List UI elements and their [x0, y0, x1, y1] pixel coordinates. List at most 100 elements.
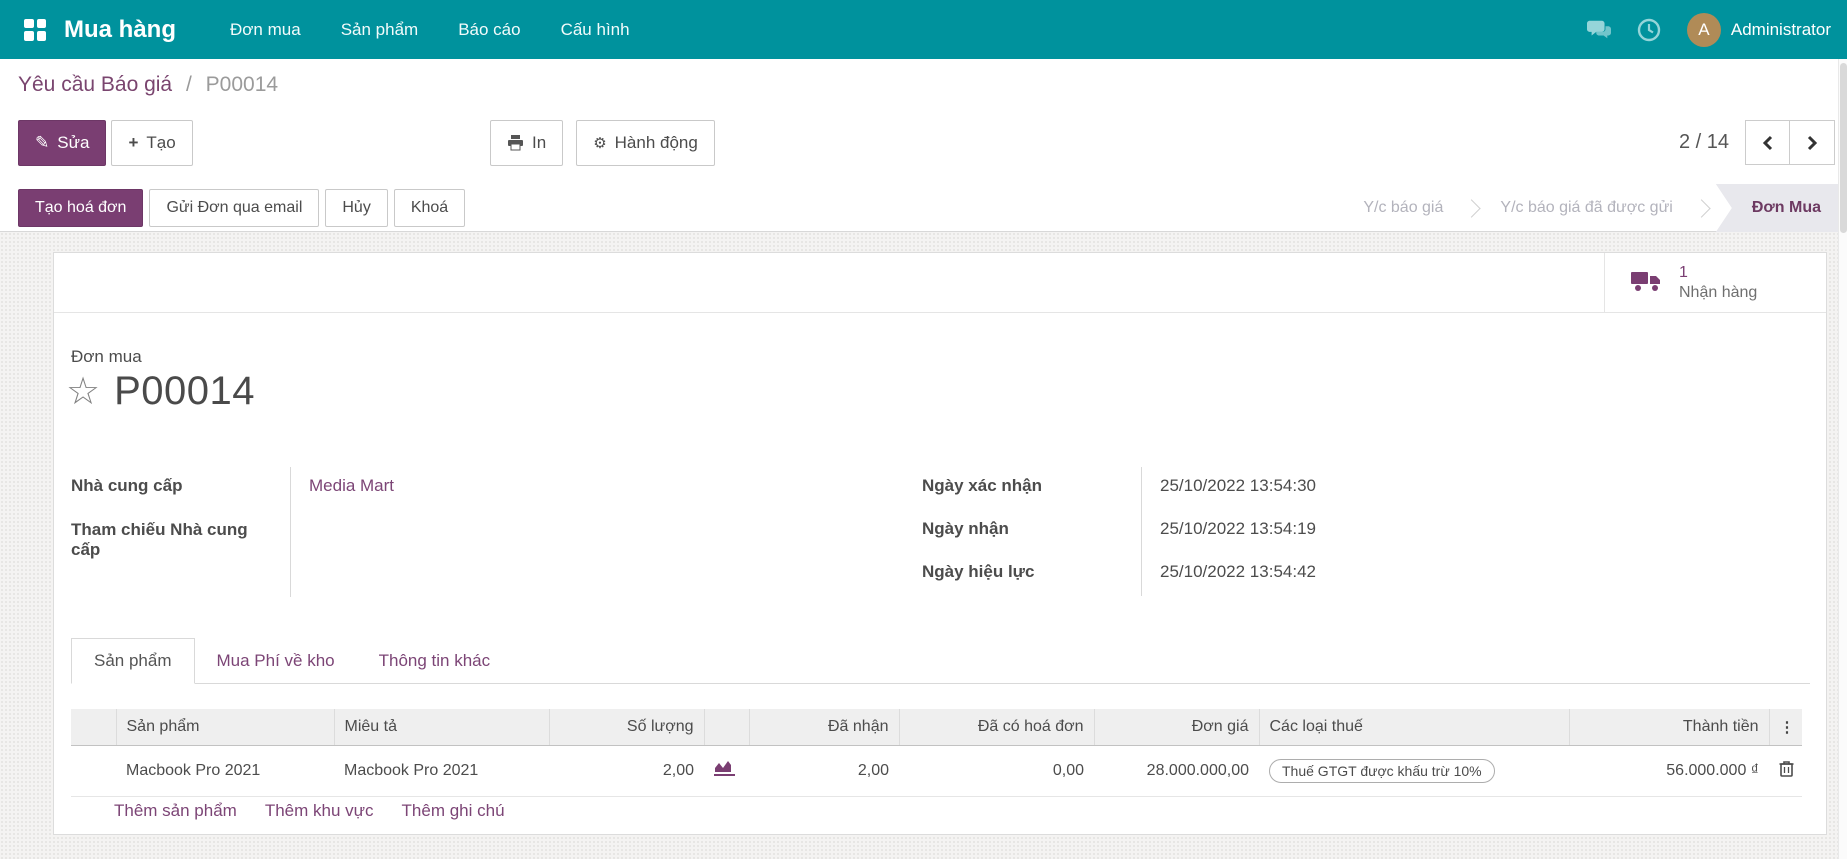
app-name[interactable]: Mua hàng: [64, 16, 176, 44]
add-product-link[interactable]: Thêm sản phẩm: [114, 801, 237, 821]
gear-icon: ⚙: [593, 135, 607, 152]
chevron-right-icon: [1692, 198, 1711, 218]
pager-next-button[interactable]: [1790, 120, 1835, 165]
tab-other-info[interactable]: Thông tin khác: [357, 639, 513, 683]
pager-previous-button[interactable]: [1745, 120, 1790, 165]
receipts-label: Nhận hàng: [1679, 284, 1758, 301]
messages-icon[interactable]: [1586, 18, 1611, 42]
nav-menu-don-mua[interactable]: Đơn mua: [210, 0, 321, 59]
field-row-effective-date: Ngày hiệu lực 25/10/2022 13:54:42: [922, 553, 1542, 596]
delete-row-cell: [1769, 745, 1802, 797]
col-header-description[interactable]: Miêu tả: [333, 709, 549, 746]
record-pager: 2 / 14: [1679, 120, 1835, 165]
create-bill-button[interactable]: Tạo hoá đơn: [18, 189, 144, 227]
vendor-field-label: Nhà cung cấp: [71, 467, 291, 511]
row-subtotal: 56.000.000 ₫: [1569, 745, 1769, 797]
row-unit-price[interactable]: 28.000.000,00: [1094, 745, 1259, 797]
vendor-field-value[interactable]: Media Mart: [291, 467, 394, 511]
form-header-block: Yêu cầu Báo giá / P00014 ✎ Sửa + Tạo In: [0, 59, 1847, 232]
pager-count: 2 / 14: [1678, 131, 1729, 153]
optional-columns-icon[interactable]: ⋮: [1768, 709, 1802, 746]
vertical-scrollbar[interactable]: [1838, 59, 1847, 859]
col-header-subtotal[interactable]: Thành tiền: [1568, 709, 1769, 746]
activities-clock-icon[interactable]: [1637, 18, 1661, 42]
handle-column-header: [71, 709, 116, 746]
status-step-purchase-order[interactable]: Đơn Mua: [1715, 184, 1847, 232]
table-row[interactable]: Macbook Pro 2021 Macbook Pro 2021 2,00 2…: [71, 745, 1802, 797]
create-button-label: Tạo: [146, 133, 176, 152]
favorite-star-icon[interactable]: ☆: [66, 373, 100, 411]
plus-icon: +: [128, 133, 139, 152]
row-description[interactable]: Macbook Pro 2021: [334, 745, 549, 797]
top-navbar: Mua hàng Đơn mua Sản phẩm Báo cáo Cấu hì…: [0, 0, 1847, 59]
vendor-reference-field-value[interactable]: [291, 511, 309, 597]
statusbar: Tạo hoá đơn Gửi Đơn qua email Hủy Khoá Y…: [0, 184, 1847, 232]
field-row-vendor-reference: Tham chiếu Nhà cung cấp: [71, 511, 861, 597]
apps-menu-icon[interactable]: [24, 18, 46, 41]
printer-icon: [507, 135, 524, 151]
order-lines-table: Sản phẩm Miêu tả Số lượng Đã nhận Đã có …: [71, 709, 1802, 797]
col-header-taxes[interactable]: Các loại thuế: [1258, 709, 1569, 746]
scrollbar-thumb[interactable]: [1840, 63, 1847, 233]
status-step-rfq-sent[interactable]: Y/c báo giá đã được gửi: [1480, 199, 1692, 217]
col-header-unit-price[interactable]: Đơn giá: [1093, 709, 1259, 746]
confirmation-date-label: Ngày xác nhận: [922, 467, 1142, 510]
send-by-email-button[interactable]: Gửi Đơn qua email: [149, 189, 320, 227]
cancel-button[interactable]: Hủy: [325, 189, 388, 227]
vendor-reference-field-label: Tham chiếu Nhà cung cấp: [71, 511, 291, 597]
breadcrumb-parent-link[interactable]: Yêu cầu Báo giá: [18, 73, 172, 96]
tax-badge[interactable]: Thuế GTGT được khấu trừ 10%: [1269, 758, 1495, 783]
receipts-count: 1: [1679, 264, 1688, 281]
row-qty[interactable]: 2,00: [549, 745, 704, 797]
col-header-received[interactable]: Đã nhận: [748, 709, 899, 746]
receipt-date-value[interactable]: 25/10/2022 13:54:19: [1142, 510, 1316, 553]
action-button[interactable]: ⚙ Hành động: [576, 120, 715, 166]
tab-landed-costs[interactable]: Mua Phí về kho: [195, 639, 357, 683]
col-header-product[interactable]: Sản phẩm: [115, 709, 334, 746]
col-header-qty[interactable]: Số lượng: [548, 709, 704, 746]
edit-button[interactable]: ✎ Sửa: [18, 120, 107, 166]
status-steps: Y/c báo giá Y/c báo giá đã được gửi Đơn …: [1343, 184, 1847, 232]
effective-date-label: Ngày hiệu lực: [922, 553, 1142, 596]
user-menu[interactable]: A Administrator: [1686, 12, 1831, 47]
notebook-tabs: Sản phẩm Mua Phí về kho Thông tin khác: [71, 635, 1810, 684]
doc-type-label: Đơn mua: [71, 347, 142, 366]
receipt-date-label: Ngày nhận: [922, 510, 1142, 553]
nav-menu-san-pham[interactable]: Sản phẩm: [321, 0, 439, 59]
table-header-row: Sản phẩm Miêu tả Số lượng Đã nhận Đã có …: [71, 709, 1802, 746]
effective-date-value[interactable]: 25/10/2022 13:54:42: [1142, 553, 1316, 596]
button-box-strip: [54, 253, 1826, 313]
avatar: A: [1686, 12, 1721, 47]
field-row-receipt-date: Ngày nhận 25/10/2022 13:54:19: [922, 510, 1542, 553]
row-taxes[interactable]: Thuế GTGT được khấu trừ 10%: [1259, 745, 1569, 797]
print-button-label: In: [532, 133, 547, 152]
breadcrumb-current: P00014: [205, 73, 279, 96]
trash-icon[interactable]: [1779, 760, 1794, 777]
lock-button[interactable]: Khoá: [393, 189, 466, 227]
nav-menu-cau-hinh[interactable]: Cấu hình: [541, 0, 650, 59]
add-section-link[interactable]: Thêm khu vực: [265, 801, 374, 821]
col-header-billed[interactable]: Đã có hoá đơn: [898, 709, 1094, 746]
add-note-link[interactable]: Thêm ghi chú: [402, 801, 505, 821]
action-button-label: Hành động: [614, 133, 698, 152]
row-received[interactable]: 2,00: [749, 745, 899, 797]
receipts-smart-button[interactable]: 1 Nhận hàng: [1604, 253, 1826, 313]
forecast-chart-icon[interactable]: [704, 745, 749, 797]
confirmation-date-value[interactable]: 25/10/2022 13:54:30: [1142, 467, 1316, 510]
tab-products[interactable]: Sản phẩm: [71, 638, 195, 684]
status-step-rfq[interactable]: Y/c báo giá: [1343, 199, 1463, 217]
nav-menu-bao-cao[interactable]: Báo cáo: [438, 0, 540, 59]
field-row-confirmation-date: Ngày xác nhận 25/10/2022 13:54:30: [922, 467, 1542, 510]
chevron-right-icon: [1462, 198, 1482, 218]
page-title: P00014: [114, 369, 255, 413]
print-button[interactable]: In: [490, 120, 564, 166]
col-header-forecast: [703, 709, 749, 746]
row-handle-cell: [71, 745, 116, 797]
create-button[interactable]: + Tạo: [111, 120, 193, 166]
purchase-order-form-page: Mua hàng Đơn mua Sản phẩm Báo cáo Cấu hì…: [0, 0, 1847, 859]
form-sheet: 1 Nhận hàng Đơn mua ☆ P00014 Nhà cung cấ…: [53, 252, 1827, 835]
pencil-icon: ✎: [35, 133, 50, 152]
row-billed[interactable]: 0,00: [899, 745, 1094, 797]
breadcrumb: Yêu cầu Báo giá / P00014: [18, 73, 278, 97]
row-product[interactable]: Macbook Pro 2021: [116, 745, 334, 797]
